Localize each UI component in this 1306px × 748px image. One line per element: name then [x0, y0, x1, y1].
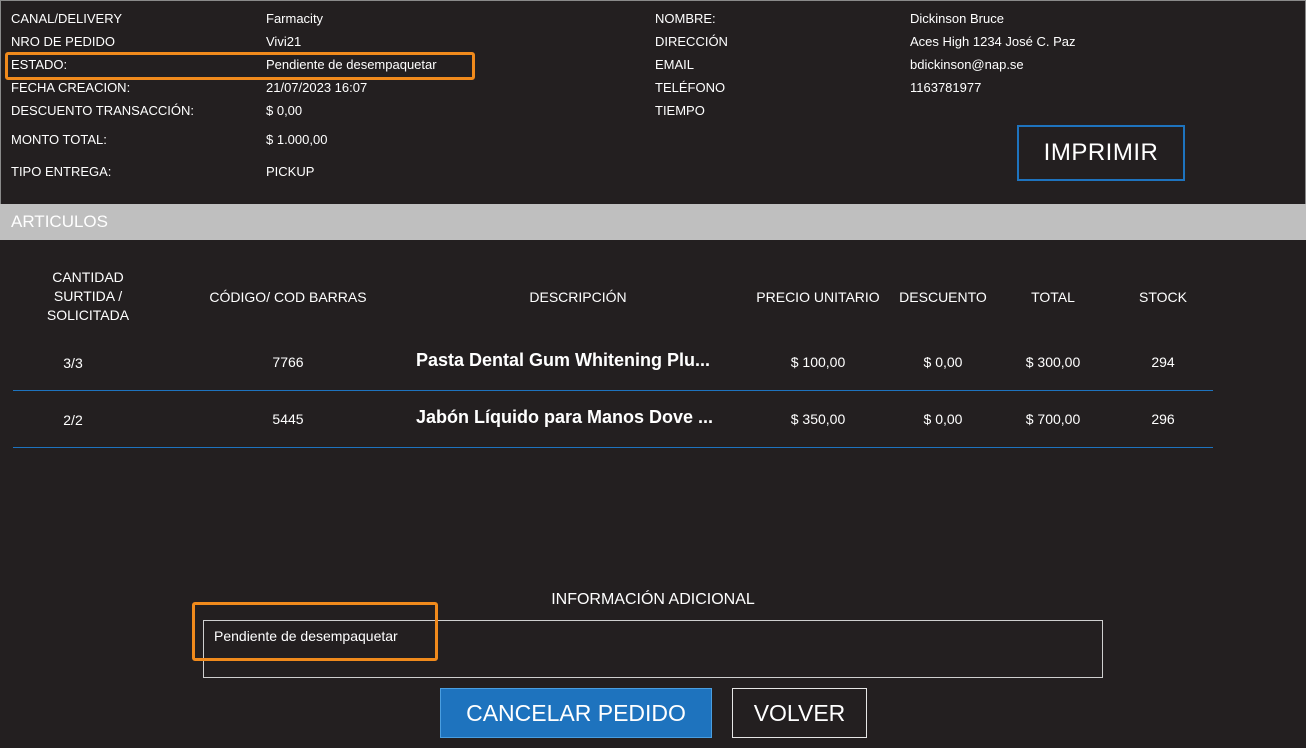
header-descripcion: DESCRIPCIÓN	[529, 289, 627, 305]
row-divider	[13, 447, 1213, 448]
row-codigo: 5445	[272, 411, 304, 427]
descuento-label: DESCUENTO TRANSACCIÓN:	[11, 103, 194, 118]
telefono-value: 1163781977	[910, 80, 982, 95]
monto-label: MONTO TOTAL:	[11, 132, 107, 147]
row-descuento: $ 0,00	[923, 354, 963, 370]
row-descripcion: Jabón Líquido para Manos Dove ...	[416, 407, 714, 427]
nombre-label: NOMBRE:	[655, 11, 716, 26]
fecha-value: 21/07/2023 16:07	[266, 80, 368, 95]
back-button[interactable]: VOLVER	[732, 688, 867, 738]
tiempo-label: TIEMPO	[655, 103, 705, 118]
monto-value: $ 1.000,00	[266, 132, 328, 147]
descuento-value: $ 0,00	[266, 103, 303, 118]
pedido-label: NRO DE PEDIDO	[11, 34, 116, 49]
email-value: bdickinson@nap.se	[910, 57, 1024, 72]
cancel-order-button[interactable]: CANCELAR PEDIDO	[440, 688, 712, 738]
row-descuento: $ 0,00	[923, 411, 963, 427]
direccion-label: DIRECCIÓN	[655, 34, 728, 49]
row-precio: $ 100,00	[790, 354, 846, 370]
header-precio: PRECIO UNITARIO	[756, 289, 880, 305]
row-cantidad: 3/3	[63, 355, 83, 371]
info-highlight	[192, 602, 438, 661]
row-descripcion: Pasta Dental Gum Whitening Plu...	[416, 350, 711, 370]
row-cantidad: 2/2	[63, 412, 83, 428]
direccion-value: Aces High 1234 José C. Paz	[910, 34, 1076, 49]
estado-label: ESTADO:	[11, 57, 68, 72]
entrega-label: TIPO ENTREGA:	[11, 164, 112, 179]
articulos-section-title: ARTICULOS	[0, 204, 1306, 240]
header-stock: STOCK	[1139, 289, 1187, 305]
row-divider	[13, 390, 1213, 391]
canal-value: Farmacity	[266, 11, 324, 26]
canal-label: CANAL/DELIVERY	[11, 11, 123, 26]
fecha-label: FECHA CREACION:	[11, 80, 131, 95]
row-precio: $ 350,00	[790, 411, 846, 427]
row-stock: 294	[1151, 354, 1175, 370]
email-label: EMAIL	[655, 57, 695, 72]
row-total: $ 300,00	[1025, 354, 1081, 370]
header-descuento: DESCUENTO	[899, 289, 987, 305]
telefono-label: TELÉFONO	[655, 80, 726, 95]
header-total: TOTAL	[1031, 289, 1075, 305]
print-button[interactable]: IMPRIMIR	[1017, 125, 1185, 181]
header-codigo: CÓDIGO/ COD BARRAS	[209, 289, 367, 305]
row-codigo: 7766	[272, 354, 304, 370]
nombre-value: Dickinson Bruce	[910, 11, 1004, 26]
pedido-value: Vivi21	[266, 34, 302, 49]
header-cantidad: CANTIDAD SURTIDA / SOLICITADA	[46, 269, 130, 323]
row-stock: 296	[1151, 411, 1175, 427]
entrega-value: PICKUP	[266, 164, 315, 179]
estado-value: Pendiente de desempaquetar	[266, 57, 437, 72]
row-total: $ 700,00	[1025, 411, 1081, 427]
